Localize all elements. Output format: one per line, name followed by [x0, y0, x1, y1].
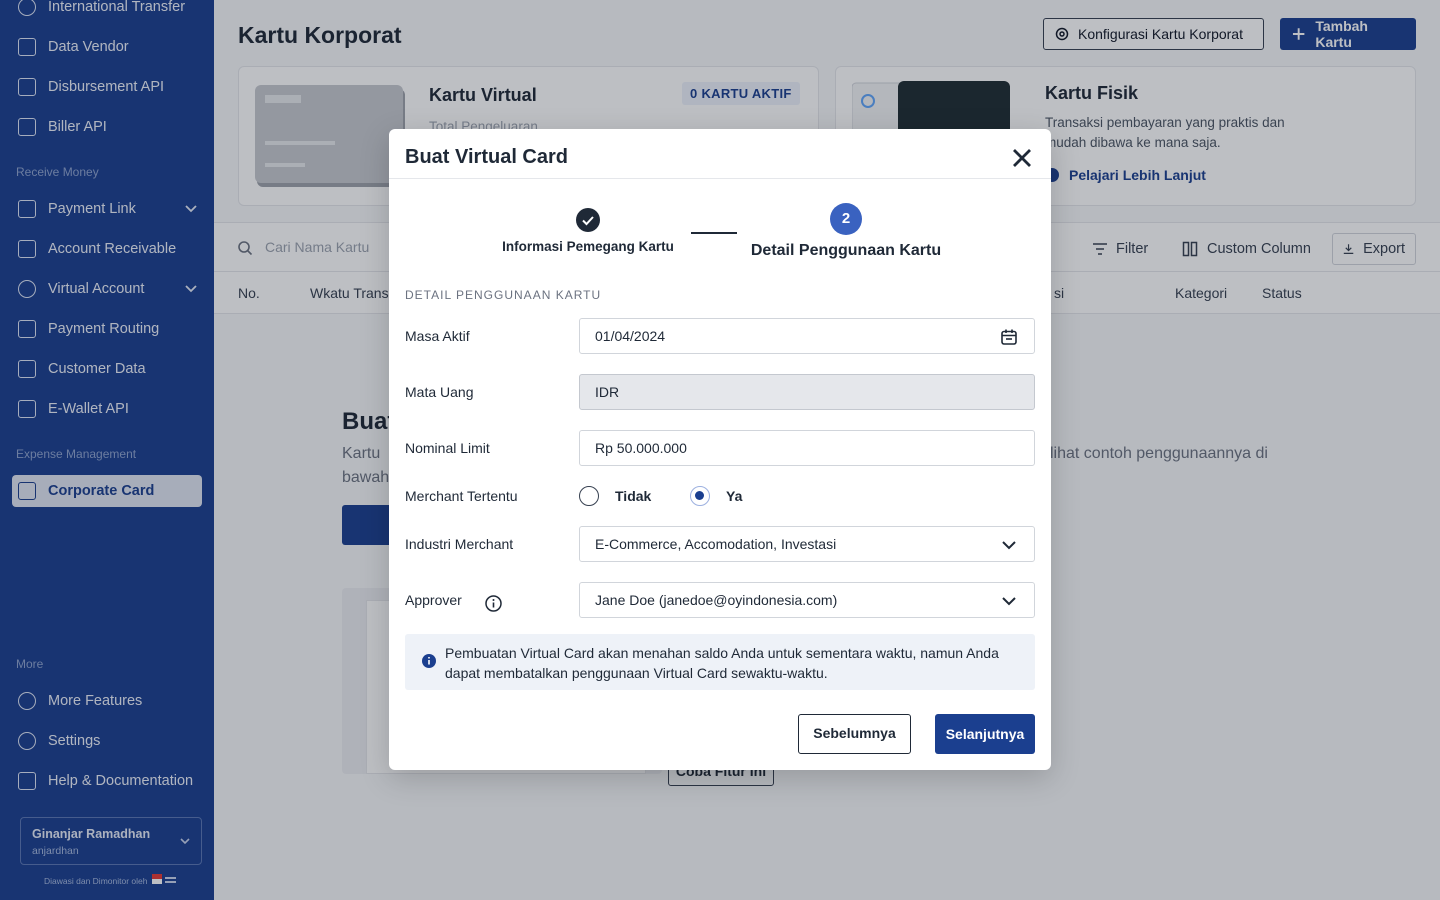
radio-ya-label[interactable]: Ya	[726, 488, 742, 504]
industri-merchant-select[interactable]: E-Commerce, Accomodation, Investasi	[579, 526, 1035, 562]
info-circle-icon[interactable]	[485, 595, 502, 612]
merchant-tertentu-label: Merchant Tertentu	[405, 488, 518, 504]
info-icon	[422, 654, 436, 668]
step-1-complete	[576, 208, 600, 232]
approver-label: Approver	[405, 592, 502, 612]
close-icon[interactable]	[1011, 147, 1033, 169]
approver-value: Jane Doe (janedoe@oyindonesia.com)	[595, 592, 838, 608]
radio-tidak[interactable]	[579, 486, 599, 506]
section-heading: DETAIL PENGGUNAAN KARTU	[405, 288, 602, 302]
mata-uang-value: IDR	[595, 384, 620, 400]
industri-merchant-value: E-Commerce, Accomodation, Investasi	[595, 536, 837, 552]
radio-ya[interactable]	[690, 486, 710, 506]
mata-uang-label: Mata Uang	[405, 384, 474, 400]
info-alert-text: Pembuatan Virtual Card akan menahan sald…	[445, 645, 999, 681]
radio-tidak-label[interactable]: Tidak	[615, 488, 651, 504]
modal-title: Buat Virtual Card	[405, 146, 568, 168]
step-2-label: Detail Penggunaan Kartu	[750, 242, 942, 259]
approver-select[interactable]: Jane Doe (janedoe@oyindonesia.com)	[579, 582, 1035, 618]
check-icon	[582, 216, 594, 226]
previous-button[interactable]: Sebelumnya	[798, 714, 911, 754]
approver-label-text: Approver	[405, 592, 462, 608]
nominal-limit-value: Rp 50.000.000	[595, 440, 687, 456]
masa-aktif-date-field[interactable]: 01/04/2024	[579, 318, 1035, 354]
masa-aktif-value: 01/04/2024	[595, 328, 666, 344]
next-button[interactable]: Selanjutnya	[935, 714, 1035, 754]
masa-aktif-label: Masa Aktif	[405, 328, 470, 344]
modal-header: Buat Virtual Card	[389, 129, 1051, 179]
chevron-down-icon	[1002, 597, 1016, 606]
create-virtual-card-modal: Buat Virtual Card Informasi Pemegang Kar…	[389, 129, 1051, 770]
nominal-limit-label: Nominal Limit	[405, 440, 490, 456]
chevron-down-icon	[1002, 541, 1016, 550]
mata-uang-field: IDR	[579, 374, 1035, 410]
step-1-label: Informasi Pemegang Kartu	[502, 239, 674, 254]
industri-merchant-label: Industri Merchant	[405, 536, 514, 552]
calendar-icon[interactable]	[1000, 328, 1018, 346]
nominal-limit-field[interactable]: Rp 50.000.000	[579, 430, 1035, 466]
info-alert: Pembuatan Virtual Card akan menahan sald…	[405, 634, 1035, 690]
stepper-connector	[691, 232, 737, 234]
step-2-indicator: 2	[830, 203, 862, 235]
